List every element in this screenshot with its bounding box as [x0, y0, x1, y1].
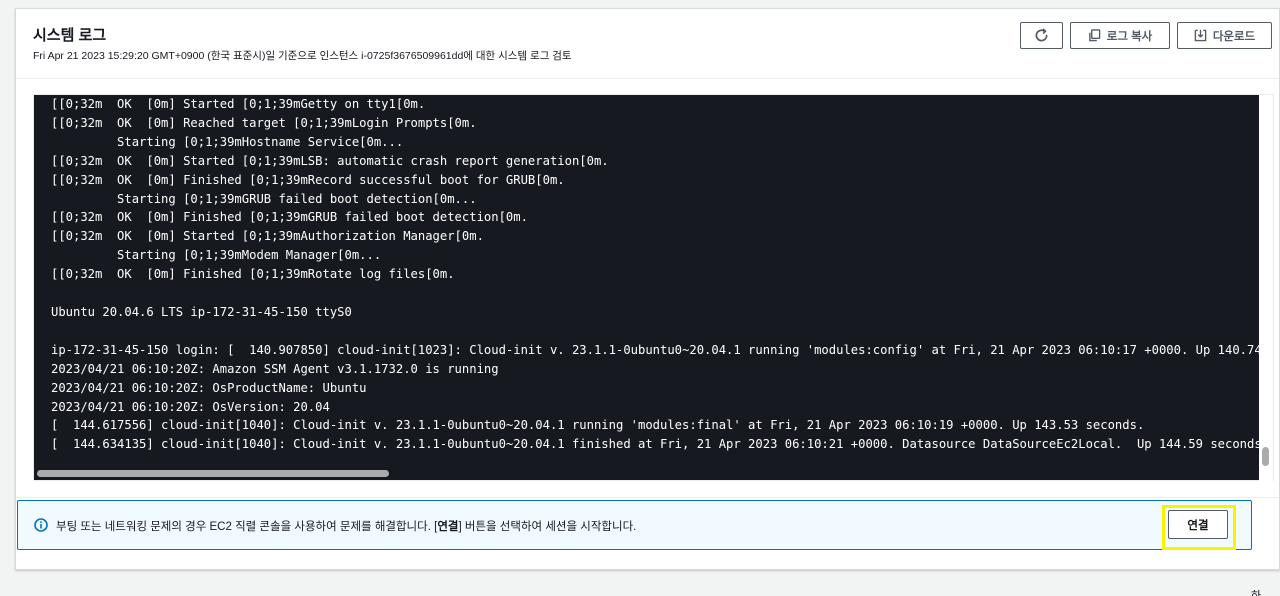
- console-log-text: [[0;32m OK [0m] Started [0;1;39mGetty on…: [51, 97, 1259, 452]
- horizontal-scrollbar-thumb[interactable]: [37, 470, 389, 477]
- panel-header: 시스템 로그 Fri Apr 21 2023 15:29:20 GMT+0900…: [16, 9, 1279, 79]
- vertical-scrollbar-thumb[interactable]: [1262, 447, 1269, 466]
- alert-message: 부팅 또는 네트워킹 문제의 경우 EC2 직렬 콘솔을 사용하여 문제를 해결…: [56, 518, 636, 534]
- copy-icon: [1088, 29, 1101, 42]
- console-output-container: [[0;32m OK [0m] Started [0;1;39mGetty on…: [33, 94, 1274, 482]
- download-label: 다운로드: [1212, 30, 1256, 43]
- alert-text-bold: 연결: [437, 521, 459, 533]
- alert-text-before: 부팅 또는 네트워킹 문제의 경우 EC2 직렬 콘솔을 사용하여 문제를 해결…: [56, 521, 438, 533]
- download-icon: [1194, 29, 1207, 42]
- alert-text-after: ] 버튼을 선택하여 세션을 시작합니다.: [458, 521, 637, 533]
- refresh-button[interactable]: [1020, 22, 1063, 49]
- vertical-scrollbar[interactable]: [1259, 95, 1273, 482]
- info-icon: [34, 518, 48, 537]
- info-alert: 부팅 또는 네트워킹 문제의 경우 EC2 직렬 콘솔을 사용하여 문제를 해결…: [17, 500, 1252, 550]
- page-subtitle: Fri Apr 21 2023 15:29:20 GMT+0900 (한국 표준…: [33, 50, 572, 62]
- copy-log-button[interactable]: 로그 복사: [1070, 22, 1170, 49]
- footer-divider: [16, 497, 1279, 498]
- connect-button[interactable]: 연결: [1168, 510, 1228, 539]
- copy-log-label: 로그 복사: [1106, 30, 1153, 43]
- page-title: 시스템 로그: [33, 27, 107, 44]
- refresh-icon: [1034, 28, 1049, 43]
- cut-off-text: 하: [1251, 590, 1262, 596]
- horizontal-scrollbar[interactable]: [34, 466, 1259, 480]
- download-button[interactable]: 다운로드: [1177, 22, 1272, 49]
- console-output: [[0;32m OK [0m] Started [0;1;39mGetty on…: [34, 95, 1259, 466]
- system-log-panel: 시스템 로그 Fri Apr 21 2023 15:29:20 GMT+0900…: [15, 8, 1280, 570]
